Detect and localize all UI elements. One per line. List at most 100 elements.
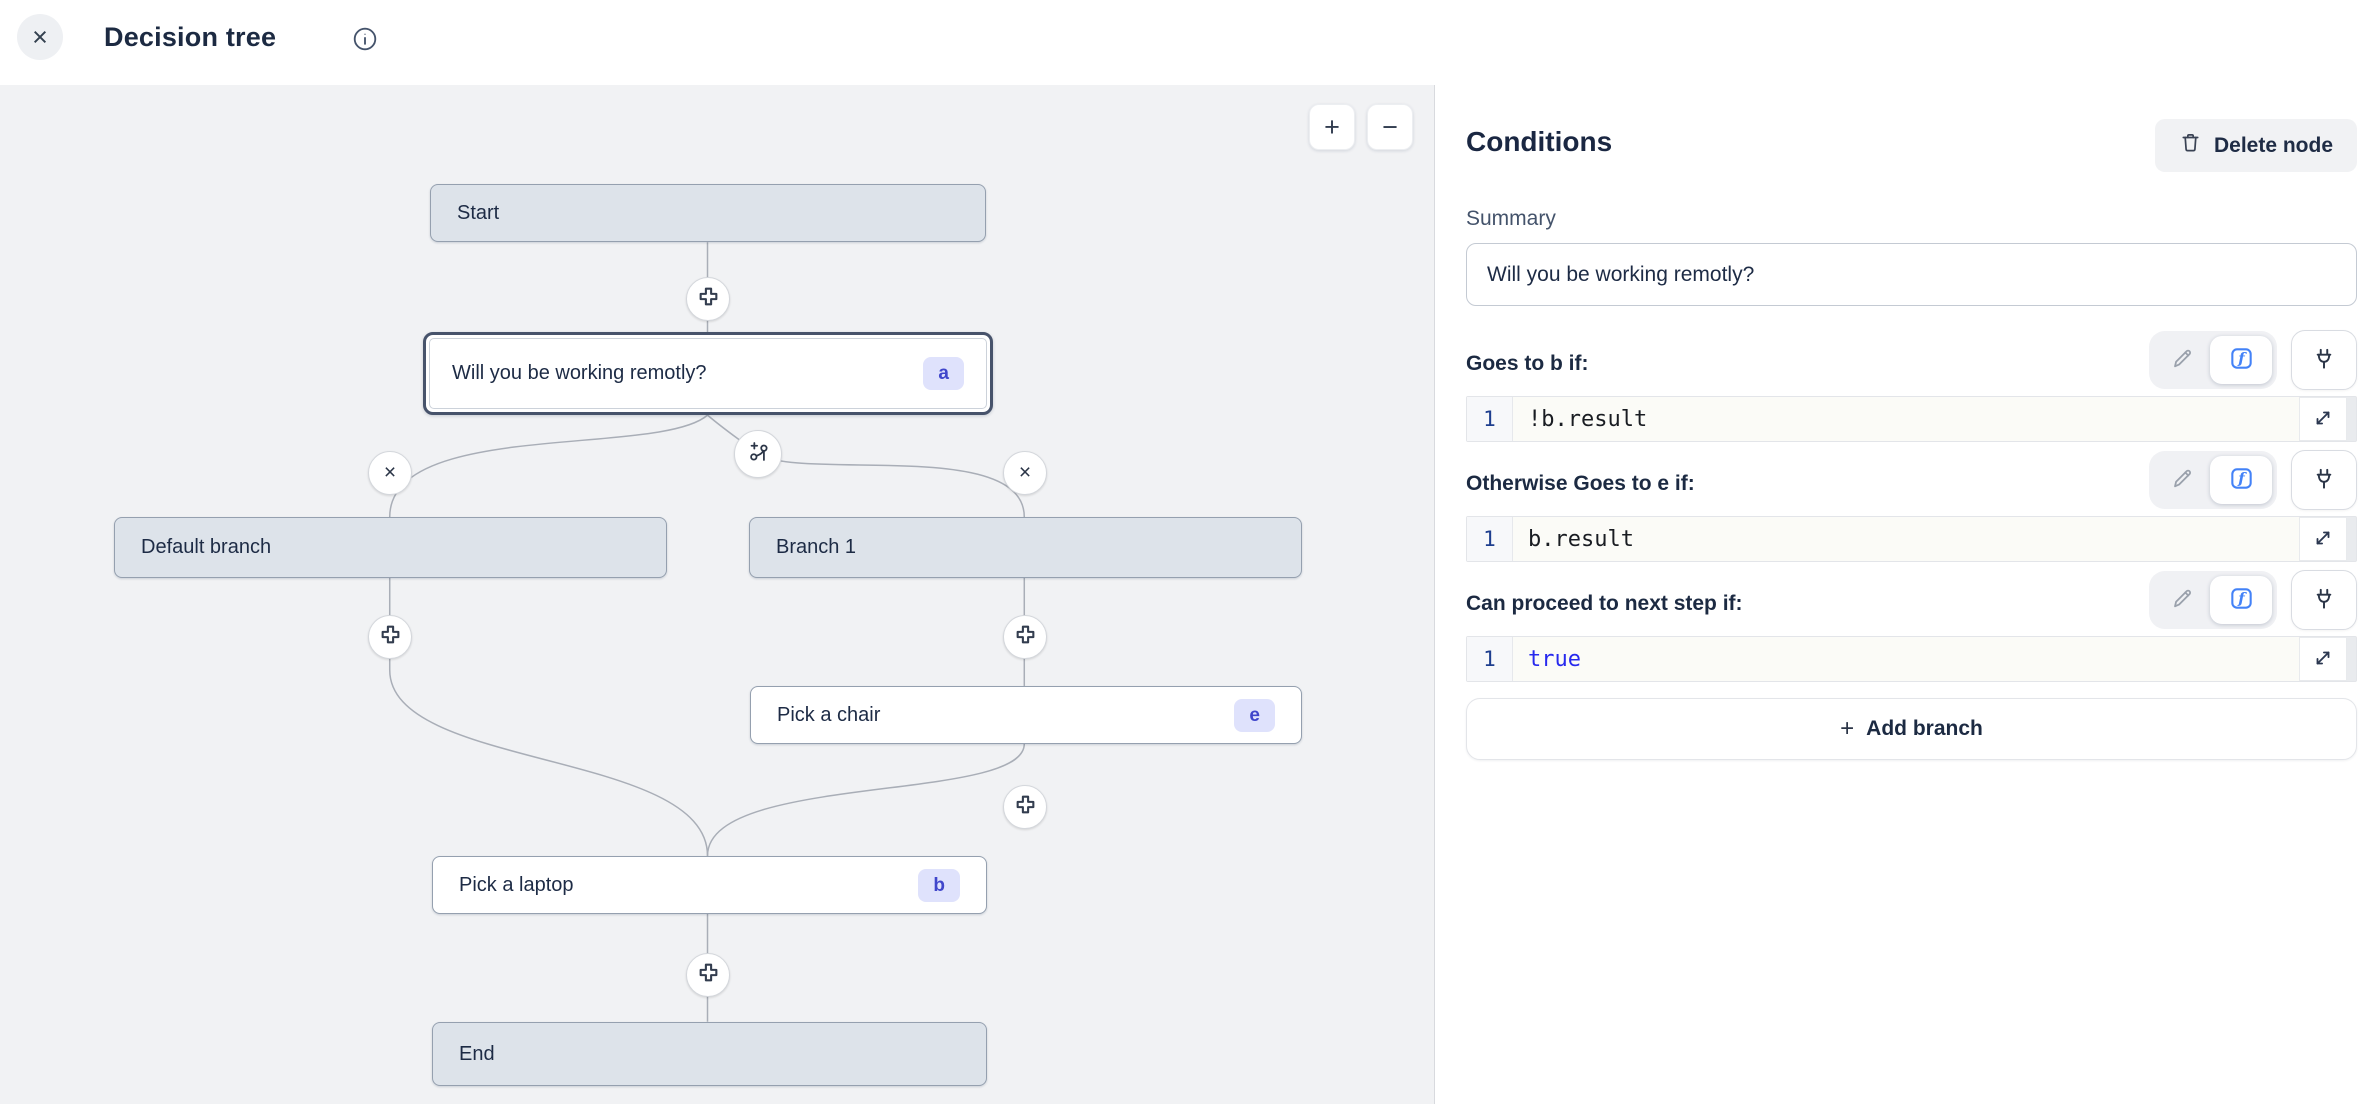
condition-label: Can proceed to next step if: [1466,592,1743,616]
expand-editor-button[interactable] [2299,517,2347,561]
add-node-button[interactable] [1003,785,1047,829]
page-title: Decision tree [104,22,276,53]
mode-segmented-control: f [2149,451,2277,509]
panel-title: Conditions [1466,126,1612,158]
info-icon[interactable] [352,26,378,52]
function-icon: f [2229,586,2254,614]
plus-outline-icon [697,285,720,313]
function-mode-button[interactable]: f [2210,576,2272,624]
node-label: Start [457,202,499,225]
mode-segmented-control: f [2149,571,2277,629]
pencil-icon [2170,467,2194,494]
zoom-out-button[interactable]: − [1367,104,1413,150]
text-mode-button[interactable] [2154,451,2210,509]
expand-editor-button[interactable] [2299,637,2347,681]
editor-mode-controls: f [2149,450,2357,510]
node-label: Will you be working remotly? [452,362,707,385]
editor-tail [2347,637,2356,681]
plug-icon [2311,346,2337,375]
delete-branch-button[interactable]: × [368,451,412,495]
conditions-panel: Conditions Delete node Summary Goes to b… [1436,0,2373,1104]
minus-icon: − [1382,112,1398,143]
node-default-branch[interactable]: Default branch [114,517,667,578]
node-label: Default branch [141,536,271,559]
connect-data-button[interactable] [2291,330,2357,390]
node-label: Branch 1 [776,536,856,559]
node-start[interactable]: Start [430,184,986,242]
delete-branch-button[interactable]: × [1003,451,1047,495]
function-icon: f [2229,346,2254,374]
expand-icon [2312,647,2334,672]
summary-input[interactable] [1466,243,2357,306]
editor-mode-controls: f [2149,330,2357,390]
node-question-selected[interactable]: Will you be working remotly? a [423,332,993,415]
plus-outline-icon [1014,623,1037,651]
node-badge: e [1234,699,1275,732]
node-label: Pick a chair [777,704,880,727]
line-number: 1 [1467,517,1513,561]
expand-editor-button[interactable] [2299,397,2347,441]
flow-canvas[interactable]: Start Will you be working remotly? a Def… [0,85,1435,1104]
node-badge: b [918,869,960,902]
node-pick-chair[interactable]: Pick a chair e [750,686,1302,744]
editor-mode-controls: f [2149,570,2357,630]
function-mode-button[interactable]: f [2210,336,2272,384]
text-mode-button[interactable] [2154,571,2210,629]
delete-node-label: Delete node [2214,134,2333,158]
connect-data-button[interactable] [2291,450,2357,510]
add-branch-label: Add branch [1866,717,1983,741]
add-branch-edge-button[interactable] [734,430,782,478]
add-node-button[interactable] [1003,615,1047,659]
node-label: End [459,1043,495,1066]
add-branch-button[interactable]: + Add branch [1466,698,2357,760]
editor-tail [2347,397,2356,441]
add-node-button[interactable] [686,277,730,321]
svg-text:f: f [2237,590,2247,608]
code-input[interactable]: b.result [1513,517,2299,561]
connect-data-button[interactable] [2291,570,2357,630]
code-editor: 1 true [1466,636,2357,682]
add-node-button[interactable] [368,615,412,659]
close-icon: × [384,461,396,485]
plus-icon: + [1324,112,1340,143]
condition-label: Otherwise Goes to e if: [1466,472,1695,496]
plus-outline-icon [1014,793,1037,821]
mode-segmented-control: f [2149,331,2277,389]
line-number: 1 [1467,397,1513,441]
expand-icon [2312,527,2334,552]
close-button[interactable]: × [17,14,63,60]
editor-tail [2347,517,2356,561]
plus-outline-icon [379,623,402,651]
svg-text:f: f [2237,470,2247,488]
code-editor: 1 b.result [1466,516,2357,562]
pencil-icon [2170,587,2194,614]
plus-icon: + [1840,715,1854,743]
node-label: Pick a laptop [459,874,574,897]
close-icon: × [1019,461,1031,485]
node-end[interactable]: End [432,1022,987,1086]
function-mode-button[interactable]: f [2210,456,2272,504]
pencil-icon [2170,347,2194,374]
zoom-in-button[interactable]: + [1309,104,1355,150]
code-input[interactable]: !b.result [1513,397,2299,441]
code-editor: 1 !b.result [1466,396,2357,442]
svg-text:f: f [2237,350,2247,368]
expand-icon [2312,407,2334,432]
plug-icon [2311,586,2337,615]
close-icon: × [32,22,48,53]
code-input[interactable]: true [1513,637,2299,681]
text-mode-button[interactable] [2154,331,2210,389]
node-badge: a [923,357,964,390]
node-pick-laptop[interactable]: Pick a laptop b [432,856,987,914]
plus-outline-icon [697,961,720,989]
trash-icon [2179,131,2202,160]
condition-label: Goes to b if: [1466,352,1589,376]
plug-icon [2311,466,2337,495]
node-branch-1[interactable]: Branch 1 [749,517,1302,578]
delete-node-button[interactable]: Delete node [2155,119,2357,172]
branch-plus-icon [746,439,771,469]
function-icon: f [2229,466,2254,494]
add-node-button[interactable] [686,953,730,997]
summary-label: Summary [1466,207,1556,231]
line-number: 1 [1467,637,1513,681]
